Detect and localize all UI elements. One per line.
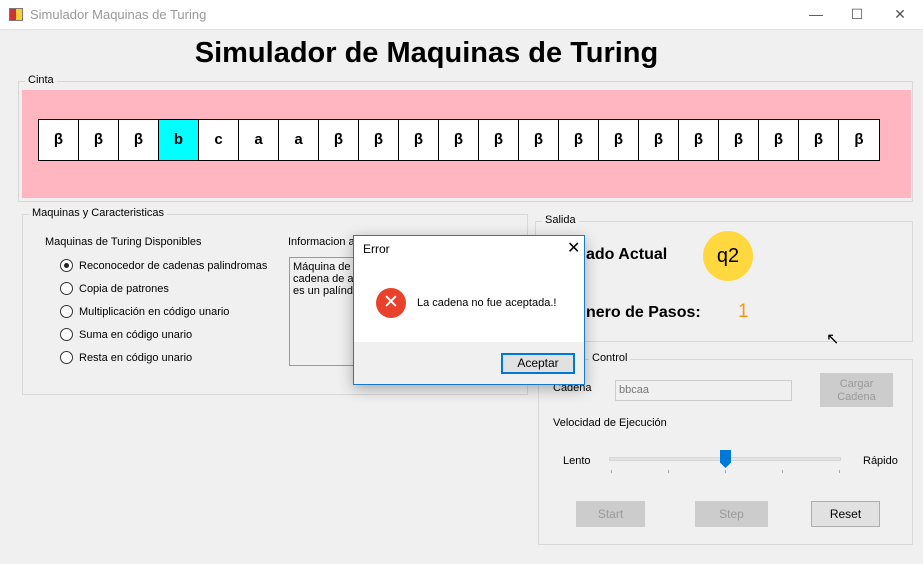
dialog-message: La cadena no fue aceptada.! xyxy=(417,297,557,309)
control-group-label: Control xyxy=(589,352,631,364)
steps-label: nero de Pasos: xyxy=(586,304,701,321)
tape-cell: β xyxy=(79,120,119,160)
tape-cell: β xyxy=(119,120,159,160)
tape-cell: β xyxy=(39,120,79,160)
machine-option[interactable]: Reconocedor de cadenas palindromas xyxy=(60,254,267,277)
radio-button[interactable] xyxy=(60,305,73,318)
fast-label: Rápido xyxy=(863,455,898,467)
tape-cell: β xyxy=(679,120,719,160)
machine-option-label: Resta en código unario xyxy=(79,351,193,364)
tape-cells: βββbcaaββββββββββββββ xyxy=(38,119,880,161)
mouse-cursor-icon: ↖ xyxy=(826,331,840,348)
tape-cell: β xyxy=(439,120,479,160)
tape-cell: β xyxy=(479,120,519,160)
dialog-close-icon[interactable]: ✕ xyxy=(567,238,580,258)
machine-option[interactable]: Resta en código unario xyxy=(60,346,267,369)
machine-option-label: Reconocedor de cadenas palindromas xyxy=(79,259,268,272)
machine-option-label: Multiplicación en código unario xyxy=(79,305,230,318)
error-dialog: Error ✕ ✕ La cadena no fue aceptada.! Ac… xyxy=(353,235,585,385)
slow-label: Lento xyxy=(563,455,591,467)
machines-list-label: Maquinas de Turing Disponibles xyxy=(45,236,202,248)
cadena-input[interactable]: bbcaa xyxy=(615,380,792,401)
accept-button[interactable]: Aceptar xyxy=(501,353,575,374)
speed-label: Velocidad de Ejecución xyxy=(553,417,667,429)
tape-cell: β xyxy=(319,120,359,160)
machine-option-label: Copia de patrones xyxy=(79,282,169,295)
app-icon xyxy=(9,8,23,21)
machine-option[interactable]: Copia de patrones xyxy=(60,277,267,300)
dialog-title: Error xyxy=(363,242,390,256)
radio-button[interactable] xyxy=(60,351,73,364)
step-button[interactable]: Step xyxy=(695,501,768,527)
output-group: Salida ado Actual q2 nero de Pasos: 1 xyxy=(535,214,913,342)
tape-cell: β xyxy=(599,120,639,160)
slider-tick xyxy=(839,470,840,473)
tape-cell: β xyxy=(839,120,879,160)
window-title: Simulador Maquinas de Turing xyxy=(30,7,207,22)
close-button[interactable]: ✕ xyxy=(877,0,923,30)
control-group: Control Cadena bbcaa Cargar Cadena Veloc… xyxy=(538,352,913,545)
machines-group-label: Maquinas y Caracteristicas xyxy=(29,207,168,219)
tape-cell: β xyxy=(759,120,799,160)
tape-cell: a xyxy=(279,120,319,160)
tape-group-label: Cinta xyxy=(25,74,57,86)
machine-option[interactable]: Multiplicación en código unario xyxy=(60,300,267,323)
output-group-label: Salida xyxy=(542,214,579,226)
machine-option[interactable]: Suma en código unario xyxy=(60,323,267,346)
info-label: Informacion ac xyxy=(288,236,361,248)
slider-tick xyxy=(725,470,726,473)
title-bar: Simulador Maquinas de Turing — ☐ ✕ xyxy=(0,0,923,30)
maximize-button[interactable]: ☐ xyxy=(834,0,880,30)
radio-button[interactable] xyxy=(60,328,73,341)
state-label: ado Actual xyxy=(586,246,668,263)
tape-cell: a xyxy=(239,120,279,160)
state-circle: q2 xyxy=(703,231,753,281)
machine-option-label: Suma en código unario xyxy=(79,328,193,341)
minimize-button[interactable]: — xyxy=(793,0,839,30)
error-icon: ✕ xyxy=(376,288,406,318)
tape-cell: β xyxy=(519,120,559,160)
radio-button[interactable] xyxy=(60,282,73,295)
steps-value: 1 xyxy=(738,301,749,322)
tape-cell: β xyxy=(799,120,839,160)
tape-cell: c xyxy=(199,120,239,160)
slider-tick xyxy=(782,470,783,473)
tape-cell: b xyxy=(159,120,199,160)
start-button[interactable]: Start xyxy=(576,501,645,527)
tape-cell: β xyxy=(359,120,399,160)
reset-button[interactable]: Reset xyxy=(811,501,880,527)
slider-tick xyxy=(611,470,612,473)
page-title: Simulador de Maquinas de Turing xyxy=(194,37,659,69)
tape-cell: β xyxy=(559,120,599,160)
speed-slider-thumb[interactable] xyxy=(720,450,731,468)
slider-tick xyxy=(668,470,669,473)
tape-cell: β xyxy=(719,120,759,160)
tape-cell: β xyxy=(399,120,439,160)
tape-cell: β xyxy=(639,120,679,160)
load-string-button[interactable]: Cargar Cadena xyxy=(820,373,893,407)
machines-radio-list: Reconocedor de cadenas palindromas Copia … xyxy=(60,254,267,369)
radio-button[interactable] xyxy=(60,259,73,272)
